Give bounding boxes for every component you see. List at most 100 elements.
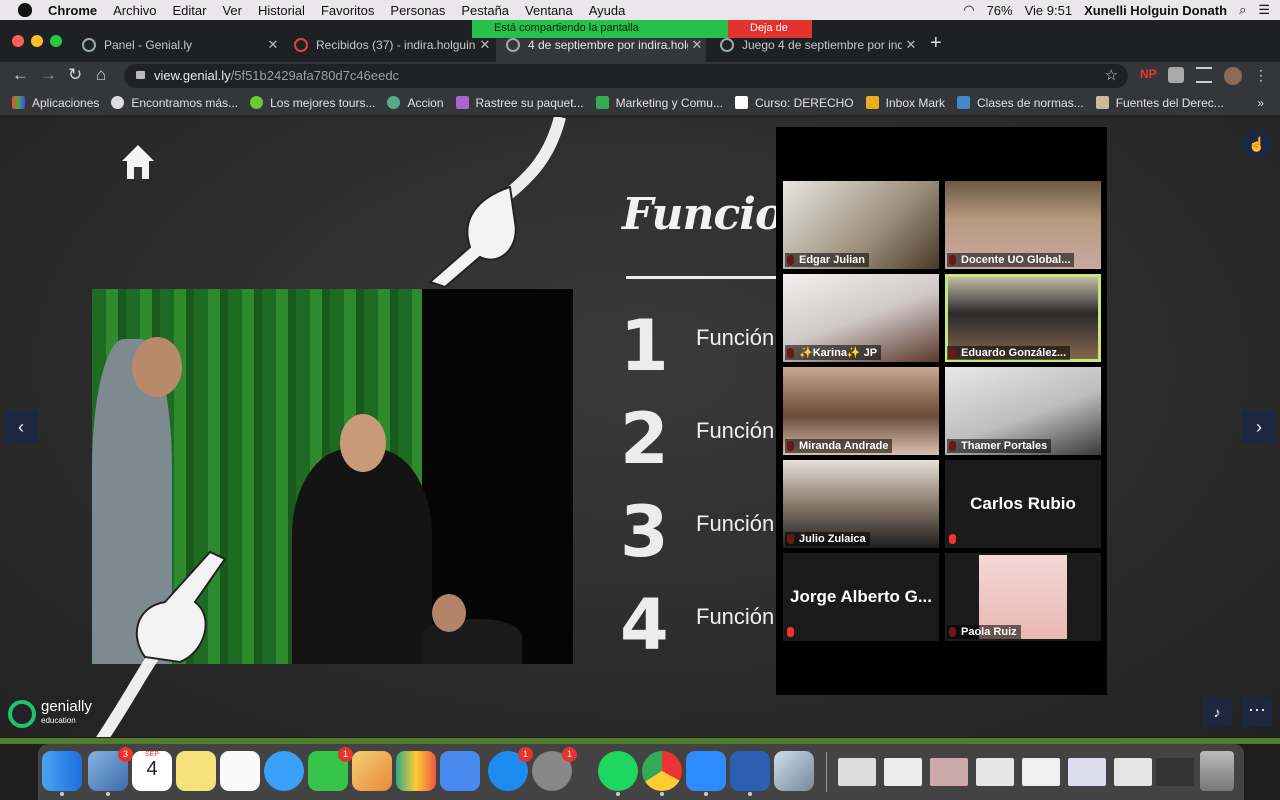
bookmark-item[interactable]: Accion (387, 96, 444, 110)
minimized-window[interactable] (1114, 758, 1152, 786)
tab-genially-panel[interactable]: Panel - Genial.ly ✕ (72, 28, 282, 62)
minimized-window[interactable] (976, 758, 1014, 786)
chrome-icon[interactable] (642, 751, 682, 796)
system-preferences-icon[interactable]: 1 (532, 747, 577, 791)
menu-archivo[interactable]: Archivo (113, 3, 156, 18)
more-options-icon[interactable]: ··· (1242, 697, 1272, 727)
bookmark-apps[interactable]: Aplicaciones (12, 96, 99, 110)
minimized-window[interactable] (1022, 758, 1060, 786)
messages-icon[interactable] (264, 751, 304, 791)
bookmark-item[interactable]: Inbox Mark (865, 96, 945, 110)
participant-video[interactable]: Edgar Julian (783, 181, 939, 269)
numbers-icon[interactable] (396, 751, 436, 791)
item-label[interactable]: Función (696, 418, 774, 444)
app-store-icon[interactable]: 1 (488, 747, 533, 791)
close-icon[interactable]: ✕ (264, 37, 282, 53)
participant-video-off[interactable]: Carlos Rubio (945, 460, 1101, 548)
mail-app-icon[interactable]: 3 (88, 747, 133, 796)
address-bar[interactable]: view.genial.ly/5f51b2429afa780d7c46eedc … (124, 64, 1128, 88)
stop-share-button[interactable]: Deja de (728, 20, 812, 38)
profile-avatar[interactable] (1224, 67, 1242, 85)
menu-ver[interactable]: Ver (222, 3, 242, 18)
keynote-icon[interactable] (440, 751, 480, 791)
item-label[interactable]: Función (696, 511, 774, 537)
spotify-icon[interactable] (598, 751, 638, 796)
chrome-menu-icon[interactable]: ⋮ (1254, 67, 1270, 83)
item-number: 3 (620, 491, 669, 573)
word-icon[interactable] (730, 751, 770, 796)
prev-slide-button[interactable]: ‹ (4, 410, 38, 444)
minimized-window[interactable] (1068, 758, 1106, 786)
item-label[interactable]: Función (696, 325, 774, 351)
bookmark-item[interactable]: Marketing y Comu... (595, 96, 723, 110)
close-icon[interactable]: ✕ (902, 37, 920, 53)
mute-audio-icon[interactable]: ♪ (1202, 697, 1232, 727)
item-label[interactable]: Función (696, 604, 774, 630)
media-controls-icon[interactable] (1196, 67, 1212, 83)
np-extension-icon[interactable]: NP (1140, 67, 1157, 83)
close-icon[interactable]: ✕ (476, 37, 494, 53)
list-icon[interactable]: ☰ (1258, 2, 1270, 18)
bookmark-item[interactable]: Rastree su paquet... (455, 96, 584, 110)
trash-icon[interactable] (1200, 751, 1234, 791)
bookmark-item[interactable]: Encontramos más... (111, 96, 238, 110)
more-bookmarks-icon[interactable]: » (1257, 96, 1264, 110)
participant-video-off[interactable]: Jorge Alberto G... (783, 553, 939, 641)
interactive-hand-icon[interactable]: ☝ (1242, 129, 1272, 159)
minimize-window-button[interactable] (31, 35, 43, 47)
close-window-button[interactable] (12, 35, 24, 47)
minimized-window[interactable] (884, 758, 922, 786)
preview-icon[interactable] (774, 751, 814, 791)
participant-video[interactable]: ✨Karina✨ JP (783, 274, 939, 362)
menu-editar[interactable]: Editar (172, 3, 206, 18)
bookmark-star-icon[interactable]: ☆ (1105, 66, 1118, 84)
tours-icon (250, 96, 264, 109)
participant-video[interactable]: Julio Zulaica (783, 460, 939, 548)
menu-personas[interactable]: Personas (390, 3, 445, 18)
bookmark-item[interactable]: Los mejores tours... (250, 96, 375, 110)
apple-icon[interactable] (18, 3, 32, 17)
participant-video-active-speaker[interactable]: Eduardo González... (945, 274, 1101, 362)
finder-icon[interactable] (42, 751, 82, 796)
menu-favoritos[interactable]: Favoritos (321, 3, 374, 18)
back-icon[interactable]: ← (12, 65, 29, 85)
bookmark-item[interactable]: Fuentes del Derec... (1095, 96, 1224, 110)
home-icon[interactable] (120, 143, 156, 181)
search-icon[interactable]: ⌕ (1239, 2, 1246, 18)
calendar-icon[interactable]: SEP 4 (132, 751, 172, 791)
menu-pestana[interactable]: Pestaña (461, 3, 509, 18)
bookmark-item[interactable]: Clases de normas... (957, 96, 1084, 110)
battery-percent[interactable]: 76% (987, 3, 1013, 18)
minimized-window[interactable] (838, 758, 876, 786)
participant-video[interactable]: Docente UO Global... (945, 181, 1101, 269)
wifi-icon[interactable]: ◠ (963, 2, 974, 18)
menu-ayuda[interactable]: Ayuda (589, 3, 626, 18)
facetime-icon[interactable]: 1 (308, 747, 353, 791)
clock[interactable]: Vie 9:51 (1025, 3, 1072, 18)
extensions-puzzle-icon[interactable] (1168, 67, 1184, 83)
participant-video[interactable]: Thamer Portales (945, 367, 1101, 455)
participant-video[interactable]: Paola Ruiz (945, 553, 1101, 641)
reminders-icon[interactable] (220, 751, 260, 791)
tab-gmail[interactable]: Recibidos (37) - indira.holguin ✕ (284, 28, 494, 62)
participant-video[interactable]: Miranda Andrade (783, 367, 939, 455)
next-slide-button[interactable]: › (1242, 410, 1276, 444)
zoom-window-button[interactable] (50, 35, 62, 47)
notes-icon[interactable] (176, 751, 216, 791)
genially-logo[interactable]: genially education (8, 699, 92, 728)
minimized-window[interactable] (930, 758, 968, 786)
bookmark-item[interactable]: Curso: DERECHO (734, 96, 854, 110)
menu-chrome[interactable]: Chrome (48, 3, 97, 18)
person-seated-head (432, 594, 466, 632)
user-name[interactable]: Xunelli Holguin Donath (1084, 3, 1227, 18)
menu-historial[interactable]: Historial (258, 3, 305, 18)
forward-icon[interactable]: → (40, 65, 57, 85)
minimized-window[interactable] (1156, 758, 1194, 786)
close-icon[interactable]: ✕ (688, 37, 706, 53)
menu-ventana[interactable]: Ventana (525, 3, 573, 18)
home-icon[interactable]: ⌂ (96, 65, 106, 85)
zoom-icon[interactable] (686, 751, 726, 796)
new-tab-button[interactable]: + (930, 32, 942, 55)
pages-icon[interactable] (352, 751, 392, 791)
reload-icon[interactable]: ↻ (68, 65, 82, 85)
